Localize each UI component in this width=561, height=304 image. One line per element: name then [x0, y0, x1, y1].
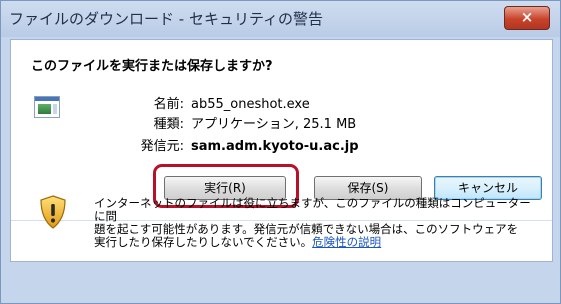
- close-button[interactable]: ×: [504, 6, 550, 30]
- from-row: 発信元: sam.adm.kyoto-u.ac.jp: [81, 135, 359, 154]
- name-label: 名前:: [153, 97, 184, 112]
- warning-line-3-text: 実行したり保存したりしないでください。: [94, 235, 313, 249]
- file-name: ab55_oneshot.exe: [191, 97, 310, 112]
- warning-line-1: インターネットのファイルは役に立ちますが、このファイルの種類はコンピューターに問: [94, 196, 531, 223]
- from-label: 発信元:: [140, 139, 184, 154]
- window-title: ファイルのダウンロード - セキュリティの警告: [9, 10, 324, 28]
- file-type: アプリケーション, 25.1 MB: [191, 117, 357, 132]
- security-shield-icon: [40, 195, 66, 229]
- download-security-dialog: ファイルのダウンロード - セキュリティの警告 × このファイルを実行または保存…: [0, 0, 561, 304]
- type-label: 種類:: [153, 117, 184, 132]
- type-row: 種類: アプリケーション, 25.1 MB: [81, 113, 357, 132]
- file-source: sam.adm.kyoto-u.ac.jp: [191, 139, 359, 154]
- title-bar[interactable]: ファイルのダウンロード - セキュリティの警告 ×: [1, 1, 560, 37]
- warning-line-3: 実行したり保存したりしないでください。危険性の説明: [94, 236, 531, 249]
- question-heading: このファイルを実行または保存しますか?: [31, 59, 273, 74]
- program-file-icon: [34, 96, 60, 118]
- name-row: 名前: ab55_oneshot.exe: [81, 93, 310, 112]
- warning-text: インターネットのファイルは役に立ちますが、このファイルの種類はコンピューターに問…: [94, 197, 531, 249]
- risk-explanation-link[interactable]: 危険性の説明: [312, 235, 381, 249]
